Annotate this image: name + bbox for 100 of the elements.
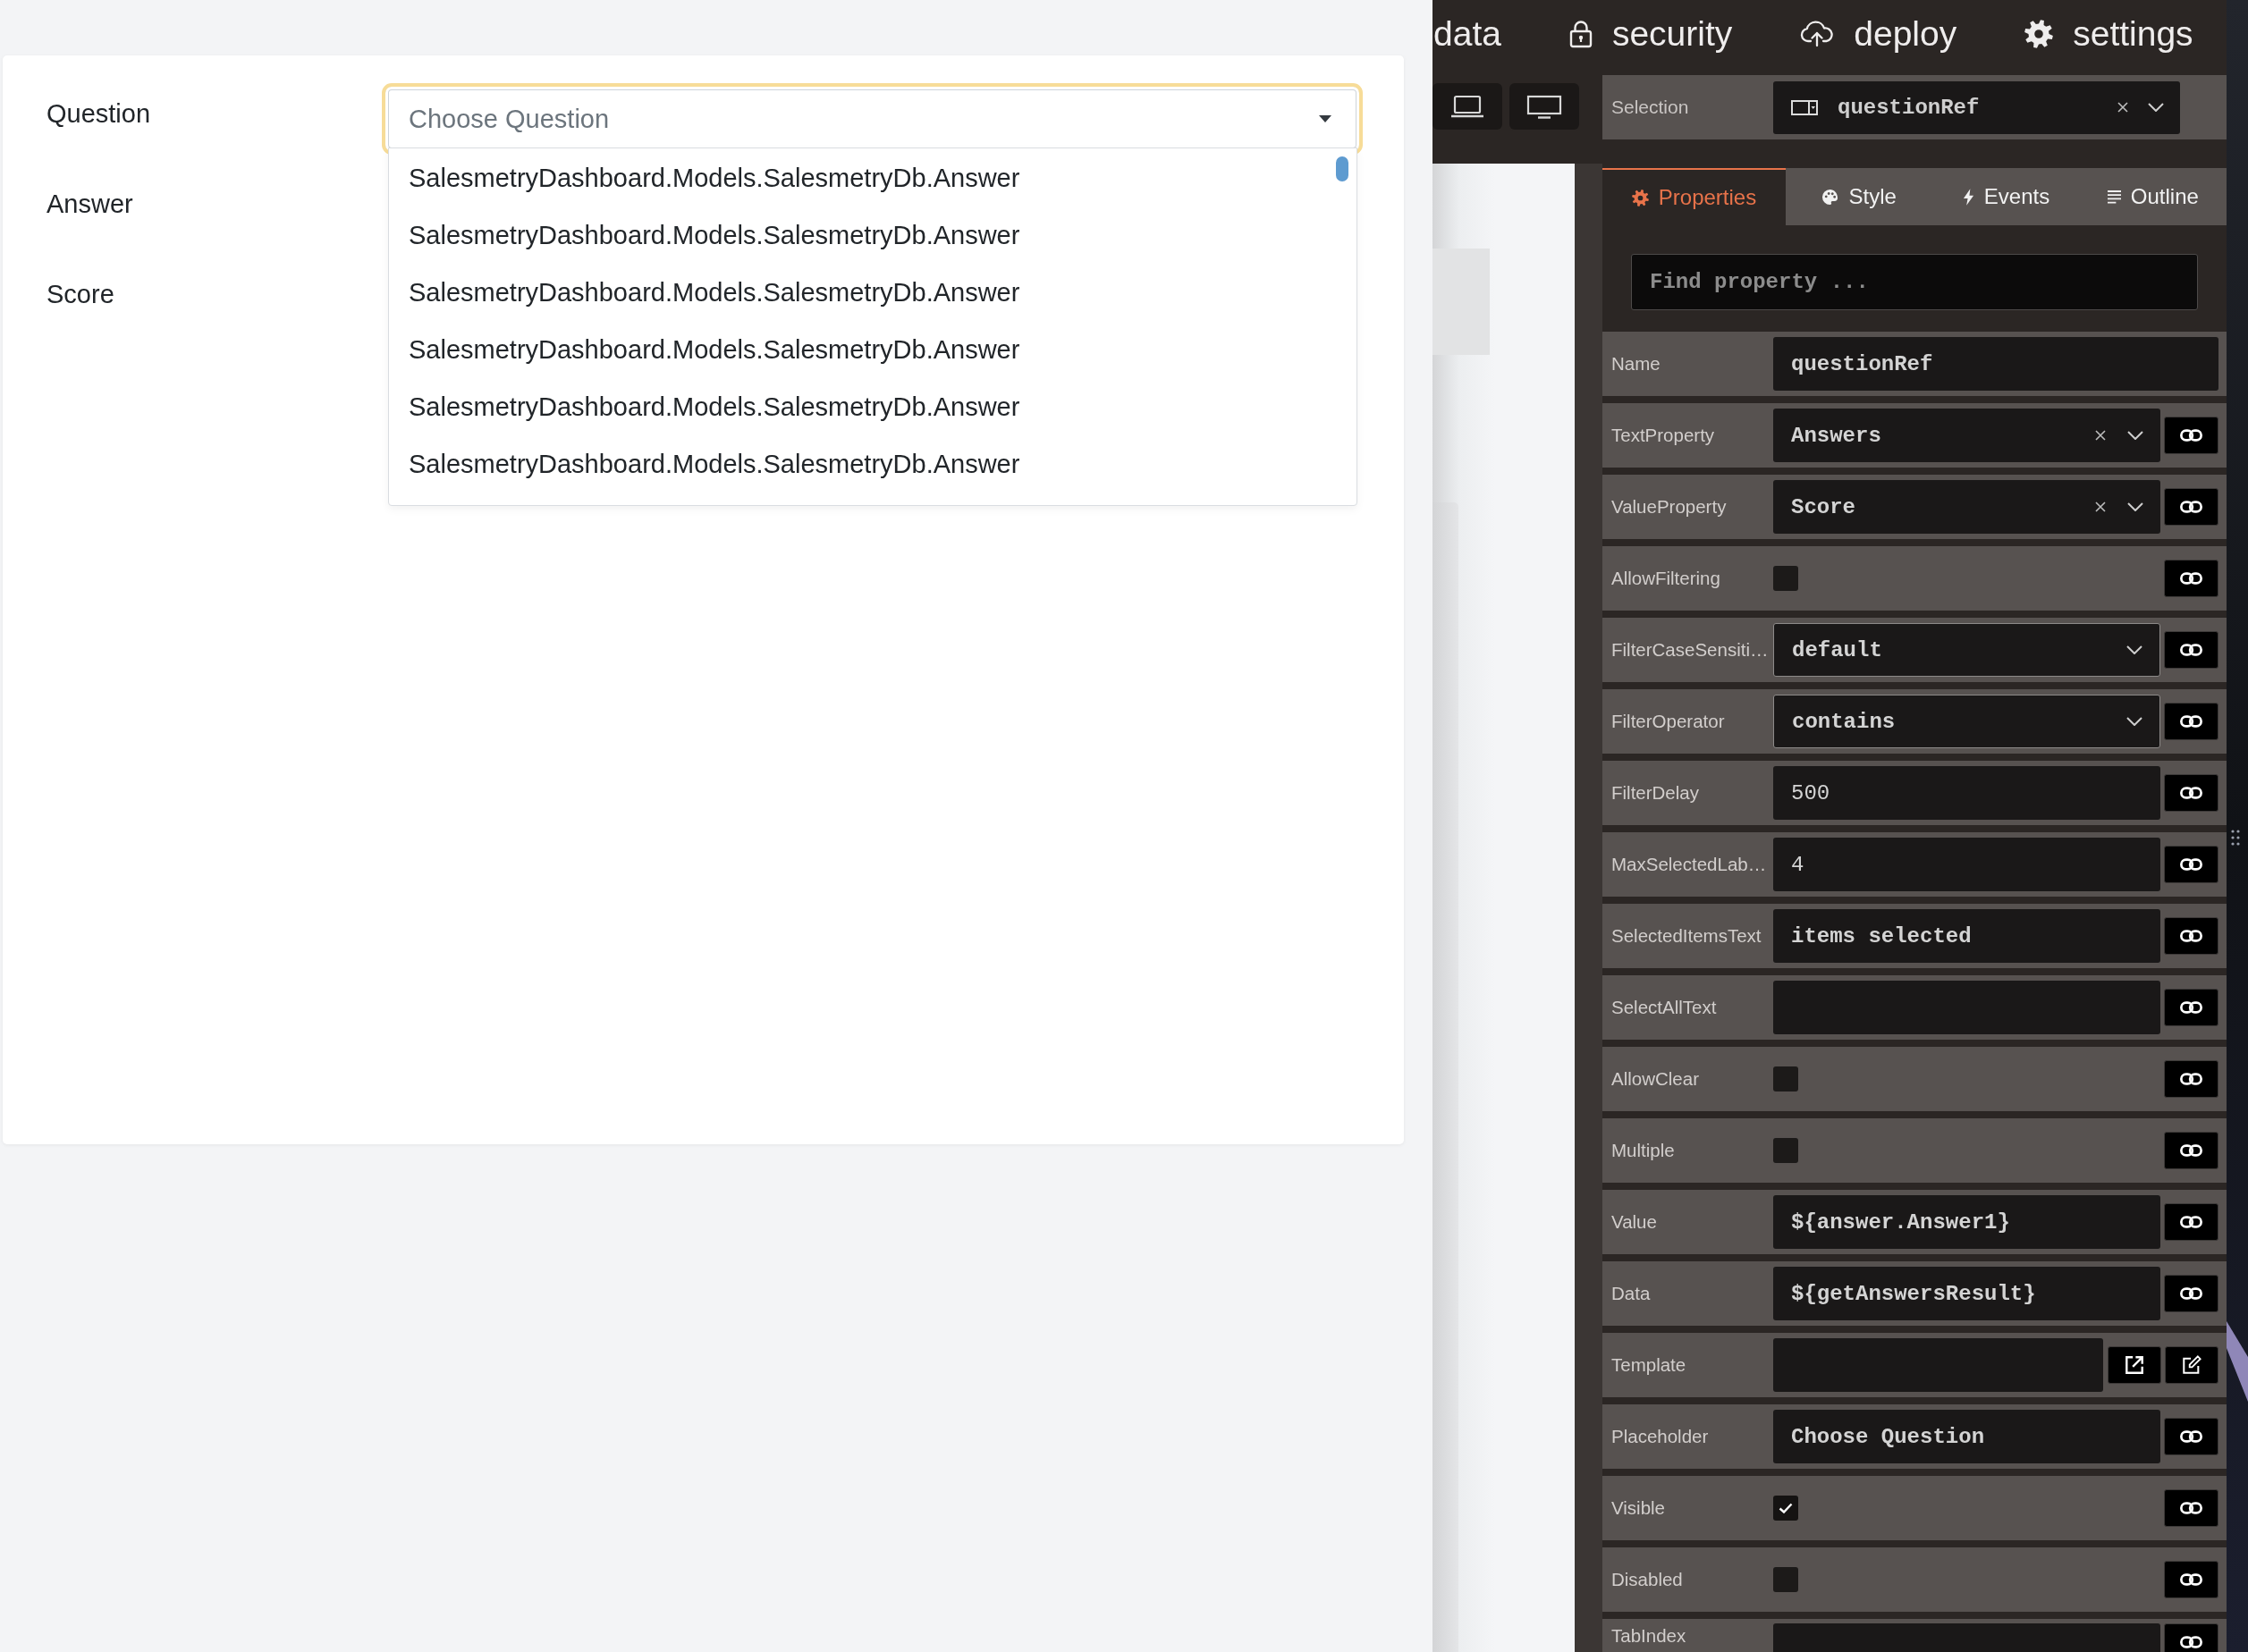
tab[interactable]: Style [1786,168,1933,225]
property-label: ValueProperty [1611,496,1727,517]
search-field[interactable]: Find property ... [1631,254,2198,310]
select-field[interactable]: default [1773,623,2160,677]
link-icon [2180,1287,2202,1300]
property-label: Value [1611,1211,1657,1232]
select-field[interactable]: Score [1773,480,2160,534]
property-label: FilterOperator [1611,711,1725,731]
link-icon [2180,715,2202,728]
checkbox[interactable] [1773,1496,1798,1521]
dropdown-option[interactable]: SalesmetryDashboard.Models.SalesmetryDb.Answer [389,435,1356,493]
bind-button[interactable] [2164,1203,2218,1241]
link-icon [2180,644,2202,656]
laptop-icon [1450,95,1484,118]
text-field[interactable]: questionRef [1773,337,2218,391]
dropdown-field[interactable]: Choose Question [382,83,1363,155]
dropdown-option[interactable]: SalesmetryDashboard.Models.SalesmetryDb.Answer [389,321,1356,378]
tab[interactable]: Events [1932,168,2080,225]
property-label: Multiple [1611,1140,1675,1160]
bind-button[interactable] [2164,917,2218,955]
text-field[interactable]: items selected [1773,909,2160,963]
close-icon[interactable] [2117,102,2128,113]
close-icon[interactable] [2095,430,2106,441]
nav-link[interactable]: security [1568,14,1733,54]
bind-button[interactable] [2164,1561,2218,1598]
link-icon [2180,572,2202,585]
close-icon[interactable] [2095,502,2106,512]
bind-button[interactable] [2164,989,2218,1026]
bind-button[interactable] [2164,846,2218,883]
bind-button[interactable] [2164,417,2218,454]
tab[interactable]: Properties [1602,168,1786,225]
bind-button[interactable] [2164,1623,2218,1652]
text-field[interactable]: ${answer.Answer1} [1773,1195,2160,1249]
nav-link[interactable]: deploy [1800,14,1957,54]
lightning-bolt-icon [1962,188,1974,206]
drag-handle-icon[interactable] [2231,830,2240,846]
component-select[interactable]: questionRef [1773,80,2180,134]
bind-button[interactable] [2164,631,2218,669]
chevron-down-icon [2127,431,2143,440]
chevron-down-icon [2126,645,2142,654]
checkbox[interactable] [1773,1066,1798,1092]
property-label: TextProperty [1611,425,1715,445]
dropdown-option[interactable]: SalesmetryDashboard.Models.SalesmetryDb.Answer [389,206,1356,264]
bind-button[interactable] [2164,1275,2218,1312]
nav-link[interactable]: data [1433,14,1501,54]
external-link-button[interactable] [2108,1346,2161,1384]
link-icon [2180,1636,2202,1648]
link-icon [2180,1502,2202,1514]
tab[interactable]: Outline [2079,168,2227,225]
link-icon [2180,1573,2202,1586]
checkbox[interactable] [1773,1138,1798,1163]
bind-button[interactable] [2164,774,2218,812]
dropdown-component-icon [1791,99,1818,115]
desktop-view-button[interactable] [1509,83,1579,130]
text-field[interactable]: ${getAnswersResult} [1773,1267,2160,1320]
bind-button[interactable] [2164,1489,2218,1527]
bind-button[interactable] [2164,1418,2218,1455]
link-icon [2180,501,2202,513]
chevron-down-icon [2127,502,2143,511]
nav-link[interactable]: settings [2024,14,2193,54]
external-link-icon [2125,1355,2144,1375]
monitor-icon [1526,94,1562,119]
selection-label: Selection [1611,97,1689,117]
edit-button[interactable] [2165,1346,2218,1384]
settings-icon [2024,20,2054,48]
bind-button[interactable] [2164,488,2218,526]
checkbox[interactable] [1773,1567,1798,1592]
select-field[interactable]: contains [1773,695,2160,748]
property-label: AllowClear [1611,1068,1699,1089]
chevron-down-icon [2126,717,2142,726]
property-label: FilterCaseSensiti… [1611,639,1769,660]
property-label: MaxSelectedLab… [1611,854,1767,874]
laptop-view-button[interactable] [1432,83,1502,130]
text-field[interactable] [1773,1338,2103,1392]
link-icon [2180,1216,2202,1228]
bind-button[interactable] [2164,1060,2218,1098]
property-label: Name [1611,353,1661,374]
property-label: TabIndex [1611,1625,1686,1646]
field-label: Answer [46,189,133,220]
text-field[interactable]: Choose Question [1773,1410,2160,1463]
link-icon [2180,1144,2202,1157]
text-field[interactable]: 4 [1773,838,2160,891]
settings-icon [1631,189,1649,206]
bind-button[interactable] [2164,1132,2218,1169]
link-icon [2180,930,2202,942]
bind-button[interactable] [2164,560,2218,597]
dropdown-option[interactable]: SalesmetryDashboard.Models.SalesmetryDb.Answer [389,378,1356,435]
palette-icon [1821,188,1839,206]
text-field[interactable] [1773,981,2160,1034]
caret-icon [1319,115,1331,122]
checkbox[interactable] [1773,566,1798,591]
link-icon [2180,787,2202,799]
text-field[interactable]: 500 [1773,766,2160,820]
select-field[interactable]: Answers [1773,409,2160,462]
scrollbar-thumb[interactable] [1336,156,1348,181]
bind-button[interactable] [2164,703,2218,740]
checkmark-icon [1779,1503,1793,1513]
dropdown-option[interactable]: SalesmetryDashboard.Models.SalesmetryDb.Answer [389,264,1356,321]
link-icon [2180,429,2202,442]
list-lines-icon [2107,189,2121,205]
